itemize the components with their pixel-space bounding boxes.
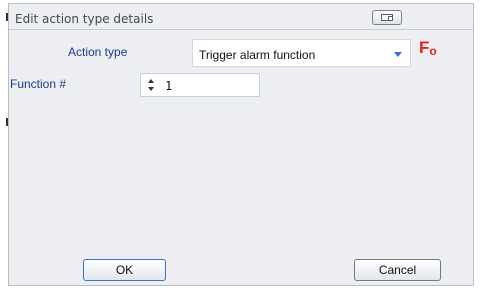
function-number-label: Function #	[10, 77, 67, 91]
title-divider	[9, 29, 473, 30]
chevron-down-icon[interactable]	[394, 52, 402, 57]
spin-down-icon[interactable]	[148, 87, 154, 91]
edit-action-type-dialog: Edit action type details Action type Tri…	[8, 3, 474, 286]
function-number-value[interactable]: 1	[165, 79, 172, 93]
action-type-select[interactable]: Trigger alarm function	[192, 39, 411, 67]
dialog-title: Edit action type details	[15, 12, 154, 26]
spin-up-icon[interactable]	[148, 79, 154, 83]
function-number-stepper[interactable]: 1	[140, 73, 260, 97]
cancel-button[interactable]: Cancel	[354, 259, 441, 281]
action-type-label: Action type	[68, 45, 128, 59]
background-bottom-edge	[0, 286, 484, 295]
action-type-value: Trigger alarm function	[199, 48, 316, 62]
window-restore-icon	[381, 14, 393, 21]
background-left-edge	[0, 0, 8, 295]
background-right-edge	[474, 0, 484, 295]
ok-button[interactable]: OK	[83, 259, 166, 281]
function-icon[interactable]: Fo	[419, 38, 437, 58]
window-restore-button[interactable]	[372, 10, 402, 25]
